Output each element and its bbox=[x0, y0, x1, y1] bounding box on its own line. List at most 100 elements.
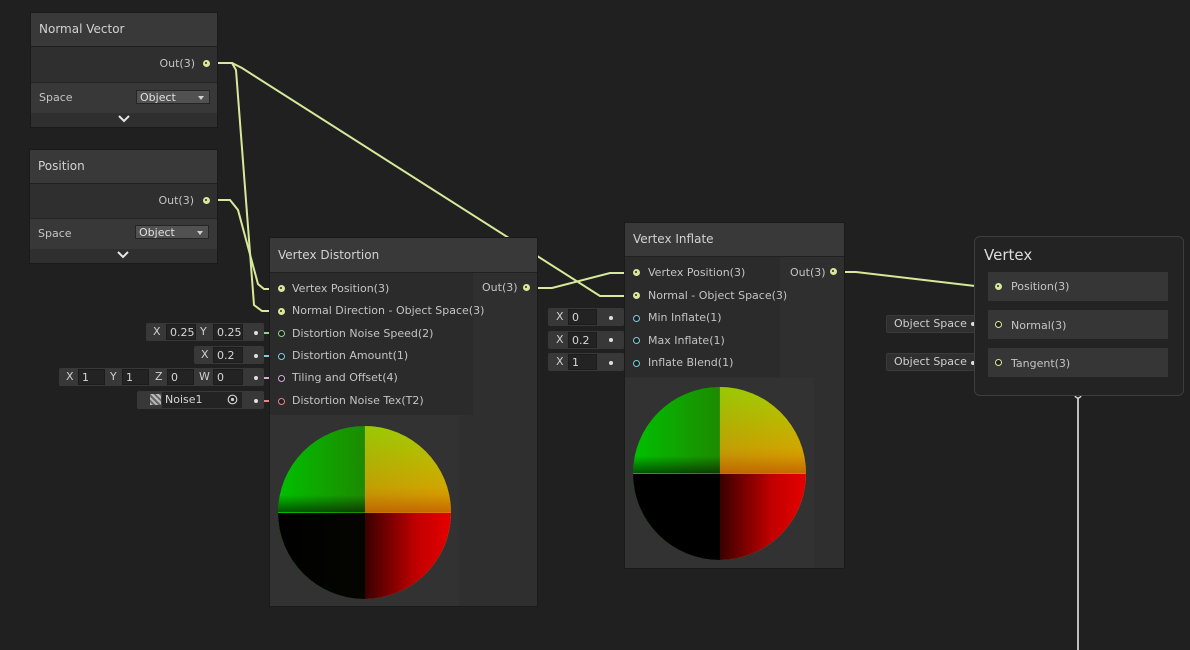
space-dropdown[interactable]: Object bbox=[135, 225, 209, 239]
tiling-z-input[interactable]: 0 bbox=[167, 369, 194, 385]
output-port[interactable] bbox=[523, 284, 530, 291]
space-value: Object bbox=[139, 226, 175, 239]
space-value: Object bbox=[140, 91, 176, 104]
input-label: Tiling and Offset(4) bbox=[292, 371, 398, 384]
tiling-connector-dot bbox=[254, 376, 258, 380]
normal-direction-port[interactable] bbox=[278, 308, 285, 315]
tangent-port[interactable] bbox=[995, 359, 1002, 366]
position-slot[interactable]: Position(3) bbox=[988, 272, 1168, 301]
inflate-blend-port[interactable] bbox=[633, 360, 640, 367]
normal-slot[interactable]: Normal(3) bbox=[988, 310, 1168, 339]
distortion-amount-port[interactable] bbox=[278, 353, 285, 360]
min-inflate-x-label[interactable]: X bbox=[556, 308, 564, 326]
tiling-y-label[interactable]: Y bbox=[110, 368, 117, 386]
preview-sphere bbox=[633, 387, 806, 560]
input-label: Vertex Position(3) bbox=[648, 266, 746, 279]
vertex-context[interactable]: Vertex Position(3) Normal(3) Tangent(3) bbox=[974, 236, 1184, 396]
sphere-bottom-left bbox=[278, 512, 365, 599]
output-label: Out(3) bbox=[482, 281, 518, 294]
chevron-down-icon[interactable] bbox=[115, 249, 131, 261]
max-inflate-x-label[interactable]: X bbox=[556, 331, 564, 349]
sphere-top-right bbox=[364, 426, 451, 513]
node-title[interactable]: Vertex Distortion bbox=[270, 238, 537, 273]
input-label: Distortion Noise Tex(T2) bbox=[292, 394, 424, 407]
space-label: Space bbox=[38, 227, 72, 240]
min-inflate-connector-dot bbox=[609, 316, 613, 320]
node-title[interactable]: Position bbox=[30, 150, 217, 184]
speed-x-label[interactable]: X bbox=[153, 323, 161, 341]
slot-label: Normal(3) bbox=[1011, 319, 1067, 332]
wire-distortion-to-inflate[interactable] bbox=[528, 272, 636, 289]
node-title[interactable]: Vertex Inflate bbox=[625, 223, 844, 257]
min-inflate-port[interactable] bbox=[633, 315, 640, 322]
sphere-bottom-right bbox=[719, 473, 806, 560]
tiling-x-label[interactable]: X bbox=[66, 368, 74, 386]
input-label: Inflate Blend(1) bbox=[648, 356, 734, 369]
speed-y-label[interactable]: Y bbox=[200, 323, 207, 341]
input-label: Normal - Object Space(3) bbox=[648, 289, 788, 302]
speed-y-input[interactable]: 0.25 bbox=[213, 324, 243, 340]
speed-connector-dot bbox=[254, 331, 258, 335]
tiling-z-label[interactable]: Z bbox=[155, 368, 163, 386]
speed-x-input[interactable]: 0.25 bbox=[166, 324, 196, 340]
node-title[interactable]: Normal Vector bbox=[31, 13, 217, 47]
sphere-bottom-right bbox=[364, 512, 451, 599]
dropdown-arrow-icon bbox=[197, 231, 203, 235]
space-label: Space bbox=[39, 91, 73, 104]
position-node[interactable]: Position Out(3) Space Object bbox=[30, 150, 217, 263]
slot-label: Position(3) bbox=[1011, 280, 1070, 293]
vertex-distortion-node[interactable]: Vertex Distortion Vertex Position(3) Nor… bbox=[270, 238, 537, 606]
inflate-blend-connector-dot bbox=[609, 361, 613, 365]
inflate-blend-x-label[interactable]: X bbox=[556, 353, 564, 371]
normal-port[interactable] bbox=[995, 321, 1002, 328]
normal-object-space-port[interactable] bbox=[633, 292, 640, 299]
input-label: Min Inflate(1) bbox=[648, 311, 722, 324]
output-label: Out(3) bbox=[158, 194, 194, 207]
object-picker-icon[interactable] bbox=[227, 394, 238, 405]
dropdown-arrow-icon bbox=[198, 96, 204, 100]
sphere-bottom-left bbox=[633, 473, 720, 560]
texture-thumbnail-icon bbox=[150, 394, 161, 405]
preview-sphere bbox=[278, 426, 451, 599]
space-property-row: Space Object bbox=[30, 219, 217, 249]
input-label: Vertex Position(3) bbox=[292, 282, 390, 295]
amount-x-label[interactable]: X bbox=[201, 346, 209, 364]
noise-speed-port[interactable] bbox=[278, 330, 285, 337]
inflate-blend-input[interactable]: 1 bbox=[568, 354, 597, 370]
tiling-w-input[interactable]: 0 bbox=[213, 369, 243, 385]
tangent-default-label[interactable]: Object Space bbox=[894, 353, 967, 371]
max-inflate-port[interactable] bbox=[633, 337, 640, 344]
noise-tex-port[interactable] bbox=[278, 398, 285, 405]
space-property-row: Space Object bbox=[31, 83, 217, 113]
input-label: Normal Direction - Object Space(3) bbox=[292, 304, 485, 317]
input-label: Max Inflate(1) bbox=[648, 334, 725, 347]
vertex-position-port[interactable] bbox=[633, 269, 640, 276]
output-port[interactable] bbox=[203, 197, 210, 204]
tiling-offset-port[interactable] bbox=[278, 375, 285, 382]
chevron-down-icon[interactable] bbox=[116, 113, 132, 125]
space-dropdown[interactable]: Object bbox=[136, 90, 210, 104]
normal-vector-node[interactable]: Normal Vector Out(3) Space Object bbox=[31, 13, 217, 127]
vertex-position-port[interactable] bbox=[278, 285, 285, 292]
vertex-inflate-node[interactable]: Vertex Inflate Vertex Position(3) Normal… bbox=[625, 223, 844, 568]
min-inflate-input[interactable]: 0 bbox=[568, 309, 597, 325]
output-port[interactable] bbox=[203, 60, 210, 67]
max-inflate-input[interactable]: 0.2 bbox=[568, 332, 597, 348]
max-inflate-connector-dot bbox=[609, 338, 613, 342]
sphere-top-right bbox=[719, 387, 806, 474]
output-label: Out(3) bbox=[159, 57, 195, 70]
amount-connector-dot bbox=[254, 354, 258, 358]
context-title[interactable]: Vertex bbox=[984, 246, 1032, 264]
tiling-y-input[interactable]: 1 bbox=[122, 369, 149, 385]
normal-default-label[interactable]: Object Space bbox=[894, 315, 967, 333]
texture-connector-dot bbox=[254, 399, 258, 403]
output-label: Out(3) bbox=[790, 266, 826, 279]
slot-label: Tangent(3) bbox=[1011, 357, 1071, 370]
input-label: Distortion Noise Speed(2) bbox=[292, 327, 434, 340]
position-port[interactable] bbox=[995, 283, 1002, 290]
tangent-slot[interactable]: Tangent(3) bbox=[988, 348, 1168, 377]
amount-x-input[interactable]: 0.2 bbox=[213, 347, 243, 363]
output-port[interactable] bbox=[830, 268, 837, 275]
tiling-x-input[interactable]: 1 bbox=[78, 369, 105, 385]
tiling-w-label[interactable]: W bbox=[199, 368, 210, 386]
